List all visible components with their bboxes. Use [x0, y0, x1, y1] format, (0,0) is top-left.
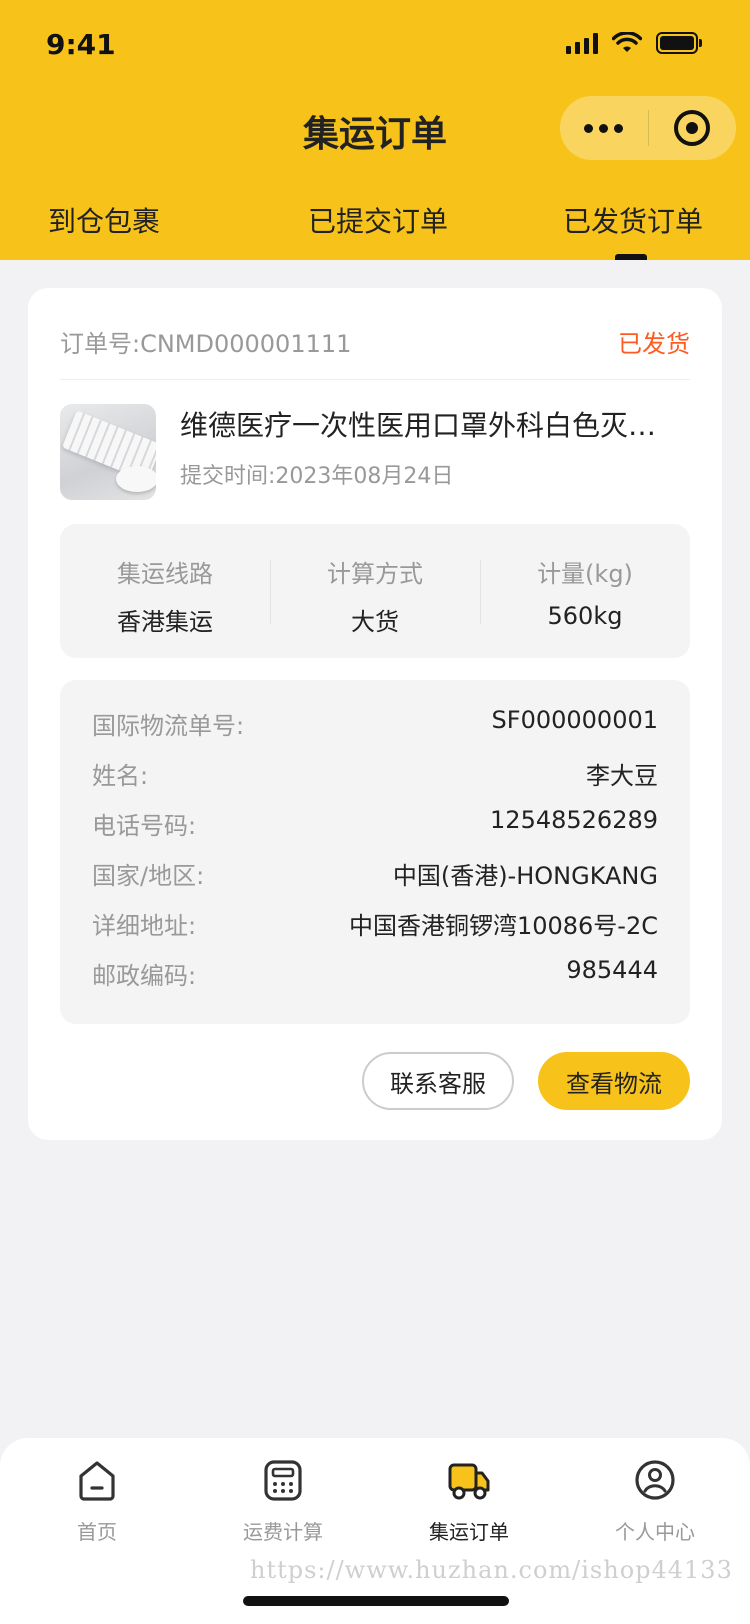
tab-submitted-orders[interactable]: 已提交订单 — [308, 200, 448, 240]
info-row-country: 国家/地区: 中国(香港)-HONGKANG — [92, 856, 658, 896]
stat-weight: 计量(kg) 560kg — [480, 524, 690, 658]
contact-service-button[interactable]: 联系客服 — [362, 1052, 514, 1110]
calculator-icon — [264, 1460, 302, 1501]
stat-value: 香港集运 — [117, 608, 213, 636]
submit-time: 提交时间:2023年08月24日 — [180, 464, 454, 489]
stat-value: 大货 — [351, 608, 399, 636]
stat-calc-method: 计算方式 大货 — [270, 524, 480, 658]
stat-label: 集运线路 — [117, 560, 213, 588]
signal-icon — [566, 32, 598, 54]
info-row-postal-code: 邮政编码: 985444 — [92, 956, 658, 996]
user-icon — [635, 1460, 675, 1500]
tabbar-label: 首页 — [77, 1520, 117, 1544]
wifi-icon — [612, 32, 642, 52]
tab-arrived-packages[interactable]: 到仓包裹 — [48, 200, 160, 240]
tabbar-item-profile[interactable]: 个人中心 — [585, 1458, 725, 1545]
more-dots-icon — [584, 123, 594, 133]
home-indicator — [243, 1596, 509, 1606]
tabbar-item-fee-calculator[interactable]: 运费计算 — [213, 1458, 353, 1545]
header: 9:41 集运订单 到仓包裹 已提交订单 已发货订单 — [0, 0, 750, 260]
tabbar-item-orders[interactable]: 集运订单 — [399, 1458, 539, 1545]
active-tab-indicator — [615, 254, 647, 260]
info-value: 12548526289 — [490, 806, 658, 834]
info-label: 详细地址: — [92, 912, 197, 940]
info-row-address: 详细地址: 中国香港铜锣湾10086号-2C — [92, 906, 658, 946]
more-button[interactable] — [560, 96, 648, 160]
stat-label: 计算方式 — [327, 560, 423, 588]
order-header: 订单号:CNMD000001111 已发货 — [60, 324, 690, 364]
stat-route: 集运线路 香港集运 — [60, 524, 270, 658]
info-row-phone: 电话号码: 12548526289 — [92, 806, 658, 846]
close-miniprogram-button[interactable] — [649, 96, 737, 160]
view-logistics-button[interactable]: 查看物流 — [538, 1052, 690, 1110]
stat-value: 560kg — [547, 602, 623, 630]
shipping-stats: 集运线路 香港集运 计算方式 大货 计量(kg) 560kg — [60, 524, 690, 658]
order-status-badge: 已发货 — [618, 330, 690, 358]
product-thumbnail — [60, 404, 156, 500]
watermark: https://www.huzhan.com/ishop44133 — [250, 1556, 733, 1584]
info-label: 邮政编码: — [92, 962, 197, 990]
order-card: 订单号:CNMD000001111 已发货 维德医疗一次性医用口罩外科白色灭菌.… — [28, 288, 722, 1140]
info-value: SF000000001 — [491, 706, 658, 734]
info-label: 国际物流单号: — [92, 712, 245, 740]
tab-shipped-orders[interactable]: 已发货订单 — [563, 200, 703, 240]
target-icon — [674, 110, 711, 146]
info-label: 电话号码: — [92, 812, 197, 840]
info-label: 国家/地区: — [92, 862, 205, 890]
tabbar-label: 集运订单 — [429, 1520, 509, 1544]
tabbar-label: 运费计算 — [243, 1520, 323, 1544]
product-name: 维德医疗一次性医用口罩外科白色灭菌... — [180, 409, 680, 442]
info-value: 中国香港铜锣湾10086号-2C — [348, 912, 658, 940]
info-row-tracking-number: 国际物流单号: SF000000001 — [92, 706, 658, 746]
battery-icon — [656, 32, 702, 54]
info-value: 中国(香港)-HONGKANG — [392, 862, 658, 890]
divider — [60, 379, 690, 380]
status-time: 9:41 — [46, 28, 116, 61]
order-tabs: 到仓包裹 已提交订单 已发货订单 — [0, 200, 750, 260]
truck-icon — [448, 1463, 490, 1500]
tabbar-label: 个人中心 — [615, 1520, 695, 1544]
status-icons — [566, 32, 702, 54]
order-number: 订单号:CNMD000001111 — [60, 330, 352, 358]
home-icon — [79, 1461, 115, 1501]
stat-label: 计量(kg) — [537, 560, 633, 588]
recipient-info: 国际物流单号: SF000000001 姓名: 李大豆 电话号码: 125485… — [60, 680, 690, 1024]
tabbar-item-home[interactable]: 首页 — [27, 1458, 167, 1545]
info-row-name: 姓名: 李大豆 — [92, 756, 658, 796]
info-value: 李大豆 — [586, 762, 658, 790]
info-label: 姓名: — [92, 762, 149, 790]
mini-program-capsule — [560, 96, 736, 160]
info-value: 985444 — [566, 956, 658, 984]
